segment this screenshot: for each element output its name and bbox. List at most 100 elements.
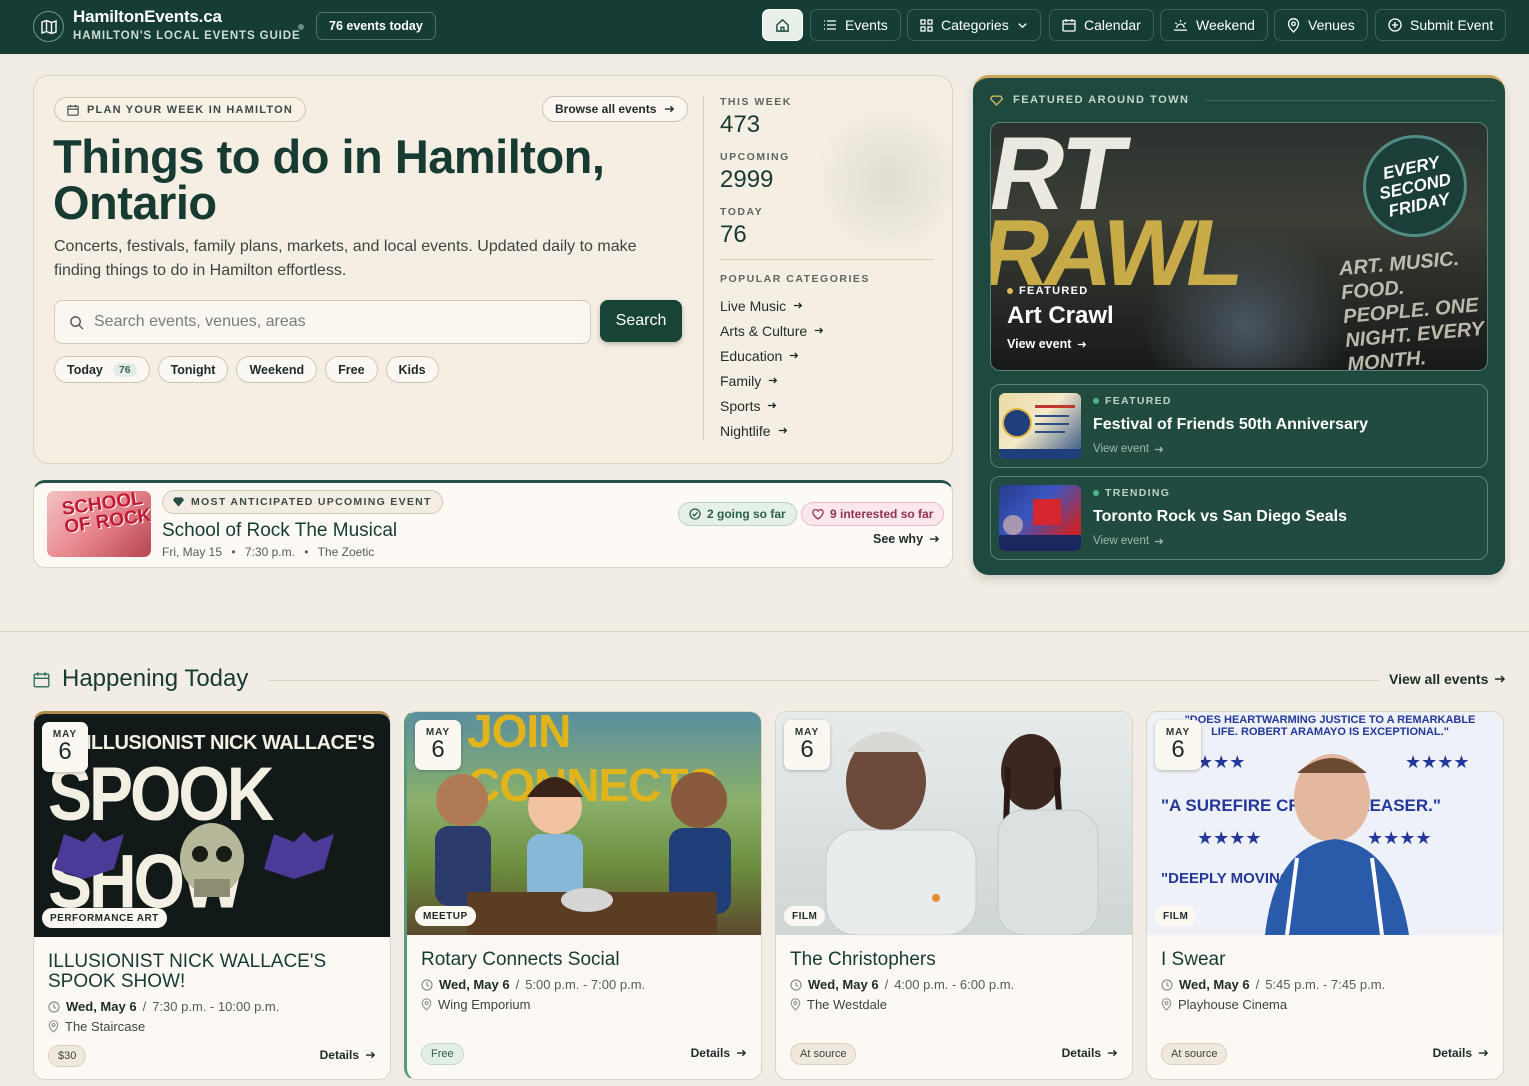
event-title[interactable]: I Swear (1161, 950, 1491, 970)
pin-icon (421, 998, 432, 1011)
details-link[interactable]: Details (1062, 1046, 1118, 1060)
pin-icon (1161, 998, 1172, 1011)
price-badge: At source (790, 1043, 857, 1065)
event-venue: The Westdale (790, 997, 887, 1012)
event-card[interactable]: "DOES HEARTWARMING JUSTICE TO A REMARKAB… (1146, 711, 1504, 1080)
category-label: Live Music (720, 297, 787, 314)
date-day: 6 (58, 738, 72, 765)
map-logo-icon[interactable] (33, 11, 64, 42)
chip-free[interactable]: Free (325, 356, 378, 383)
details-link[interactable]: Details (1433, 1046, 1489, 1060)
slash: / (884, 977, 889, 992)
most-anticipated-card[interactable]: SCHOOL OF ROCK MOST ANTICIPATED UPCOMING… (33, 480, 953, 568)
brand-name[interactable]: HamiltonEvents.ca (73, 7, 301, 27)
category-link-nightlife[interactable]: Nightlife (720, 422, 933, 439)
arrow-right-icon (1478, 1049, 1489, 1057)
price-badge: Free (421, 1043, 464, 1065)
interested-label: 9 interested so far (830, 507, 934, 521)
event-card[interactable]: ILLUSIONIST NICK WALLACE'S SPOOK SHOW MA… (33, 711, 391, 1080)
event-card[interactable]: JOIN CONNECTS MAY 6 MEETUP Rotary Connect… (404, 711, 762, 1080)
stat-label-today: TODAY (720, 206, 764, 218)
status-dot (1093, 490, 1099, 496)
kicker-divider (1205, 99, 1496, 101)
meta-dot: • (231, 545, 236, 559)
diamond-icon (990, 94, 1003, 106)
event-date: Wed, May 6 (808, 977, 879, 992)
arrow-right-icon (365, 1051, 376, 1059)
details-link[interactable]: Details (320, 1048, 376, 1062)
see-why-label: See why (873, 532, 924, 546)
chip-label: Kids (398, 362, 426, 377)
browse-all-events-button[interactable]: Browse all events (542, 96, 689, 122)
nav-weekend[interactable]: Weekend (1160, 9, 1268, 41)
popular-categories-label: POPULAR CATEGORIES (720, 273, 870, 285)
view-all-label: View all events (1389, 671, 1489, 687)
calendar-icon (67, 104, 79, 116)
nav-venues[interactable]: Venues (1274, 9, 1368, 41)
view-event-label: View event (1007, 337, 1072, 351)
clock-icon (790, 978, 802, 991)
chip-weekend[interactable]: Weekend (236, 356, 318, 383)
event-card[interactable]: MAY 6 FILM The Christophers Wed, May 6 / 4:… (775, 711, 1133, 1080)
details-link[interactable]: Details (691, 1046, 747, 1060)
event-title[interactable]: The Christophers (790, 950, 1120, 970)
search-input[interactable]: Search events, venues, areas (54, 300, 591, 344)
featured-main-card[interactable]: RT RAWL EVERY SECOND FRIDAY ART. MUSIC. … (990, 122, 1488, 371)
venue-name: Wing Emporium (438, 997, 531, 1012)
featured-row[interactable]: TRENDING Toronto Rock vs San Diego Seals… (990, 476, 1488, 560)
event-title[interactable]: ILLUSIONIST NICK WALLACE'S SPOOK SHOW! (48, 952, 378, 992)
category-link-family[interactable]: Family (720, 372, 933, 389)
featured-row[interactable]: FEATURED Festival of Friends 50th Annive… (990, 384, 1488, 468)
row-label-text: FEATURED (1105, 395, 1172, 407)
chip-kids[interactable]: Kids (385, 356, 439, 383)
pin-icon (1287, 17, 1300, 33)
price-badge: $30 (48, 1045, 87, 1067)
view-event-link[interactable]: View event (1007, 337, 1087, 351)
view-event-link[interactable]: View event (1093, 443, 1164, 455)
chip-today[interactable]: Today 76 (54, 356, 150, 383)
event-date: Wed, May 6 (1179, 977, 1250, 992)
stat-label-upcoming: UPCOMING (720, 151, 790, 163)
nav-categories[interactable]: Categories (907, 9, 1041, 41)
anticipated-title[interactable]: School of Rock The Musical (162, 520, 397, 542)
nav-events[interactable]: Events (810, 9, 901, 41)
view-event-link[interactable]: View event (1093, 535, 1164, 547)
arrow-right-icon (929, 535, 940, 543)
nav-home-button[interactable] (762, 9, 803, 41)
category-link-live-music[interactable]: Live Music (720, 297, 933, 314)
event-venue: Playhouse Cinema (1161, 997, 1287, 1012)
arrow-right-icon (736, 1049, 747, 1057)
events-today-pill[interactable]: 76 events today (316, 12, 436, 40)
stat-value-upcoming: 2999 (720, 166, 774, 193)
nav-calendar[interactable]: Calendar (1049, 9, 1154, 41)
category-label: Education (720, 347, 783, 364)
nav-submit-event[interactable]: Submit Event (1375, 9, 1507, 41)
sun-icon (1173, 19, 1188, 31)
category-link-sports[interactable]: Sports (720, 397, 933, 414)
category-tag: FILM (784, 906, 826, 926)
event-title[interactable]: Rotary Connects Social (421, 950, 751, 970)
anticipated-event-image[interactable]: SCHOOL OF ROCK (47, 491, 151, 557)
view-all-events-link[interactable]: View all events (1389, 671, 1506, 687)
event-hours: 4:00 p.m. - 6:00 p.m. (894, 977, 1015, 992)
featured-kicker: FEATURED AROUND TOWN (990, 94, 1496, 106)
row-label: FEATURED (1093, 395, 1172, 407)
brand[interactable]: HamiltonEvents.ca HAMILTON'S LOCAL EVENT… (73, 7, 301, 42)
row-title: Festival of Friends 50th Anniversary (1093, 416, 1369, 433)
event-hours: 5:45 p.m. - 7:45 p.m. (1265, 977, 1386, 992)
section-title: Happening Today (62, 665, 249, 692)
featured-panel: FEATURED AROUND TOWN RT RAWL EVERY SECON… (973, 75, 1505, 575)
date-day: 6 (1171, 736, 1185, 763)
category-link-arts-culture[interactable]: Arts & Culture (720, 322, 933, 339)
details-label: Details (690, 1046, 730, 1060)
anticipated-badge: MOST ANTICIPATED UPCOMING EVENT (162, 490, 443, 514)
arrow-right-icon (1495, 675, 1506, 683)
search-button[interactable]: Search (600, 300, 682, 342)
featured-kicker-label: FEATURED AROUND TOWN (1013, 94, 1190, 106)
stat-label-this-week: THIS WEEK (720, 96, 792, 108)
see-why-link[interactable]: See why (873, 532, 940, 546)
chip-tonight[interactable]: Tonight (157, 356, 229, 383)
category-link-education[interactable]: Education (720, 347, 933, 364)
chip-count: 76 (112, 362, 137, 377)
arrow-right-icon (814, 327, 824, 334)
